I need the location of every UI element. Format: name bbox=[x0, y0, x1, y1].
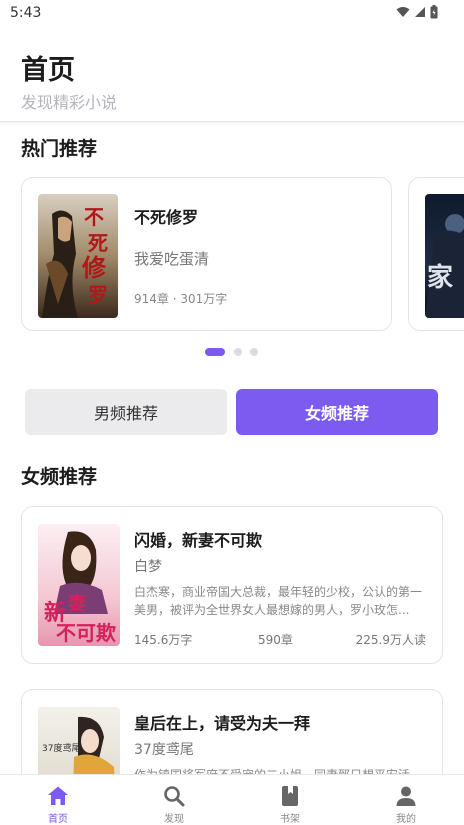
hot-book-meta: 914章 · 301万字 bbox=[134, 292, 228, 306]
hot-section-title: 热门推荐 bbox=[21, 138, 98, 160]
book-list-item[interactable]: 新 妻 不可欺 闪婚，新妻不可欺 白梦 白杰寒，商业帝国大总裁，最年轻的少校，公… bbox=[21, 506, 443, 664]
book-description: 白杰寒，商业帝国大总裁，最年轻的少校，公认的第一美男，被评为全世界女人最想嫁的男… bbox=[134, 585, 423, 617]
bookshelf-icon bbox=[282, 786, 298, 806]
battery-icon bbox=[430, 5, 438, 19]
search-icon bbox=[164, 786, 185, 807]
hot-book-title: 不死修罗 bbox=[134, 208, 199, 227]
profile-icon bbox=[396, 786, 416, 806]
svg-text:家: 家 bbox=[427, 262, 453, 293]
status-time: 5:43 bbox=[10, 5, 42, 21]
nav-item-profile[interactable]: 我的 bbox=[348, 775, 464, 825]
status-icons bbox=[396, 5, 438, 19]
page-header: 首页 发现精彩小说 bbox=[0, 26, 464, 122]
nav-label: 我的 bbox=[396, 814, 416, 825]
hot-book-card-next[interactable]: 家 bbox=[408, 177, 464, 331]
status-bar: 5:43 bbox=[0, 0, 464, 26]
nav-label: 首页 bbox=[48, 814, 68, 825]
nav-label: 发现 bbox=[164, 814, 184, 825]
pagination-dot[interactable] bbox=[250, 348, 258, 356]
hot-book-card[interactable]: 不 死 修 罗 不死修罗 我爱吃蛋清 914章 · 301万字 bbox=[21, 177, 392, 331]
nav-item-home[interactable]: 首页 bbox=[0, 775, 116, 825]
svg-text:不可欺: 不可欺 bbox=[56, 621, 116, 645]
cover-art-bushi-xiuluo: 不 死 修 罗 bbox=[38, 194, 118, 318]
nav-item-bookshelf[interactable]: 书架 bbox=[232, 775, 348, 825]
svg-text:修: 修 bbox=[81, 253, 107, 282]
svg-text:37度鸢尾: 37度鸢尾 bbox=[42, 742, 80, 754]
page-subtitle: 发现精彩小说 bbox=[21, 93, 118, 112]
book-author: 白梦 bbox=[134, 559, 162, 575]
cover-art-next: 家 bbox=[425, 194, 464, 318]
female-section-title: 女频推荐 bbox=[21, 466, 98, 488]
book-read-count: 225.9万人读 bbox=[355, 633, 426, 647]
pagination-dot[interactable] bbox=[234, 348, 242, 356]
home-icon bbox=[48, 786, 68, 805]
book-chapter-count: 590章 bbox=[258, 633, 293, 647]
book-cover: 不 死 修 罗 bbox=[38, 194, 118, 318]
carousel-pagination bbox=[0, 347, 464, 357]
svg-text:妻: 妻 bbox=[68, 594, 86, 615]
book-author: 37度鸢尾 bbox=[134, 742, 194, 758]
nav-label: 书架 bbox=[280, 814, 300, 825]
app-screen: 5:43 首页 发现精彩小说 热门推荐 不 死 修 罗 不死修罗 我爱吃蛋清 9… bbox=[0, 0, 464, 825]
hot-book-author: 我爱吃蛋清 bbox=[134, 250, 210, 268]
female-recommend-button[interactable]: 女频推荐 bbox=[236, 389, 438, 435]
book-cover: 家 bbox=[425, 194, 464, 318]
book-word-count: 145.6万字 bbox=[134, 633, 193, 647]
cover-art-xinqi: 新 妻 不可欺 bbox=[38, 524, 120, 646]
book-title: 闪婚，新妻不可欺 bbox=[134, 531, 263, 550]
signal-icon bbox=[415, 7, 425, 17]
pagination-dot-active[interactable] bbox=[205, 348, 225, 356]
nav-item-discover[interactable]: 发现 bbox=[116, 775, 232, 825]
svg-text:不: 不 bbox=[84, 205, 104, 229]
page-title: 首页 bbox=[21, 55, 75, 86]
bottom-navigation: 首页 发现 书架 我的 bbox=[0, 774, 464, 825]
male-recommend-button[interactable]: 男频推荐 bbox=[25, 389, 227, 435]
svg-text:死: 死 bbox=[88, 231, 108, 255]
book-cover: 新 妻 不可欺 bbox=[38, 524, 120, 646]
wifi-icon bbox=[396, 7, 410, 17]
book-title: 皇后在上，请受为夫一拜 bbox=[134, 714, 311, 733]
svg-text:罗: 罗 bbox=[88, 283, 108, 307]
